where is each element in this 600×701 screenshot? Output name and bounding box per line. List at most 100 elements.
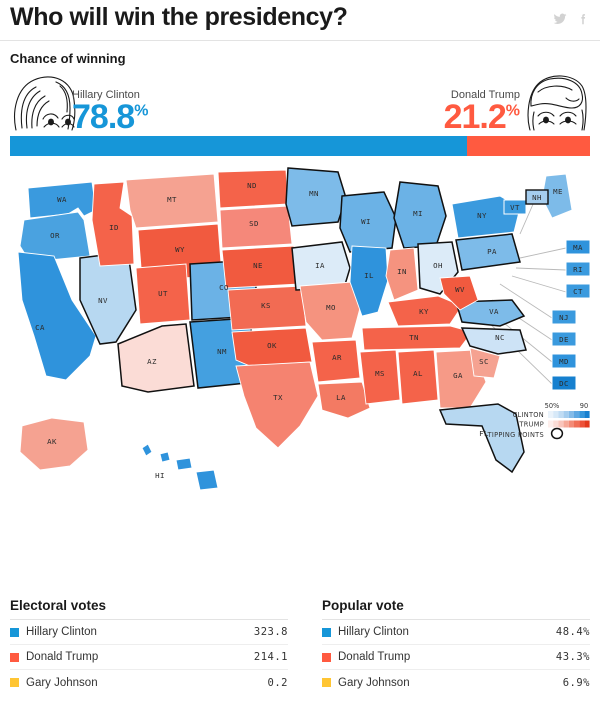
- map-state-label-ga: GA: [453, 371, 463, 380]
- electoral-swatch-1: [10, 652, 19, 662]
- map-state-label-va: VA: [489, 307, 499, 316]
- legend-clinton-swatch-4: [568, 410, 574, 418]
- clinton-win-probability-value: 78.8: [72, 97, 135, 136]
- map-state-label-la: LA: [336, 393, 346, 402]
- win-probability-bar-trump: [467, 135, 590, 156]
- legend-trump-swatch-3: [563, 420, 569, 427]
- map-state-box-label-md: MD: [559, 356, 569, 365]
- table-row: Hillary Clinton 48.4%: [322, 620, 590, 645]
- popular-vote-title: Popular vote: [322, 598, 404, 613]
- popular-vote-table: Popular vote Hillary Clinton 48.4% Donald …: [300, 598, 590, 695]
- map-state-label-ak: AK: [47, 437, 57, 446]
- electoral-votes-table: Electoral votes Hillary Clinton 323.8 Dona…: [10, 598, 300, 695]
- map-state-label-mo: MO: [326, 303, 336, 312]
- legend-tipping-label: TIPPING POINTS: [487, 431, 544, 439]
- legend-trump-swatch-4: [568, 420, 574, 427]
- map-state-label-ks: KS: [261, 301, 271, 310]
- map-state-label-tn: TN: [409, 333, 419, 342]
- chance-of-winning-section: Chance of winning Hillary Clinton 78.8% …: [0, 41, 600, 156]
- results-tables: Electoral votes Hillary Clinton 323.8 Dona…: [0, 598, 600, 701]
- hillary-clinton-portrait-icon: [10, 72, 78, 134]
- win-probability-bar-clinton: [10, 135, 468, 156]
- map-state-label-wy: WY: [175, 245, 185, 254]
- map-state-label-sc: SC: [479, 357, 489, 366]
- map-state-label-ca: CA: [35, 323, 45, 332]
- map-state-label-id: ID: [109, 223, 119, 232]
- trump-win-probability-value: 21.2: [443, 97, 507, 136]
- popular-candidate-name: Gary Johnson: [338, 676, 410, 689]
- legend-trump-swatch-7: [584, 420, 590, 427]
- twitter-icon[interactable]: [553, 12, 567, 26]
- electoral-value: 323.8: [253, 626, 288, 638]
- map-state-label-pa: PA: [487, 247, 497, 256]
- map-state-box-label-dc: DC: [559, 378, 569, 387]
- electoral-votes-title: Electoral votes: [10, 598, 107, 613]
- map-state-label-ms: MS: [375, 369, 385, 378]
- legend-tipping-point-marker: [550, 427, 564, 439]
- map-state-label-me: ME: [553, 187, 563, 196]
- map-state-label-nd: ND: [247, 181, 257, 190]
- map-state-label-ne: NE: [253, 261, 263, 270]
- map-state-label-tx: TX: [273, 393, 283, 402]
- popular-value: 43.3%: [555, 651, 590, 663]
- popular-value: 6.9%: [562, 676, 590, 689]
- map-state-tx[interactable]: [235, 361, 319, 449]
- map-state-hi[interactable]: [141, 442, 219, 490]
- clinton-win-probability: 78.8%: [72, 100, 148, 134]
- map-state-label-az: AZ: [147, 357, 157, 366]
- map-state-label-in: IN: [397, 267, 407, 276]
- map-state-label-hi: HI: [155, 471, 165, 480]
- map-state-label-mt: MT: [167, 195, 177, 204]
- map-state-label-or: OR: [50, 231, 60, 240]
- legend-clinton-swatch-5: [574, 410, 580, 418]
- electoral-candidate-name: Donald Trump: [26, 651, 99, 663]
- odds-row: Hillary Clinton 78.8% Donald Trump 21.2%: [10, 72, 590, 134]
- table-row: Hillary Clinton 323.8: [10, 620, 288, 645]
- map-state-label-nv: NV: [98, 296, 108, 305]
- map-state-label-wi: WI: [361, 217, 371, 226]
- map-state-box-label-de: DE: [559, 334, 569, 343]
- electoral-map: WA OR CA NV ID MT WY UT AZ NM CO ND SD NE KS OK TX MN IA MO…: [0, 160, 600, 550]
- map-state-label-ky: KY: [419, 307, 429, 316]
- legend-clinton-swatch-0: [548, 410, 554, 418]
- legend-trump-swatch-5: [574, 420, 580, 427]
- popular-swatch-1: [322, 652, 331, 662]
- facebook-icon[interactable]: [576, 12, 590, 26]
- page-header: Who will win the presidency?: [0, 0, 600, 41]
- popular-value: 48.4%: [555, 626, 590, 638]
- legend-scale-low: 50%: [545, 402, 560, 410]
- popular-swatch-2: [322, 678, 331, 687]
- map-state-label-al: AL: [413, 369, 423, 378]
- map-state-label-wa: WA: [57, 195, 67, 204]
- map-state-label-wv: WV: [455, 285, 465, 294]
- map-state-box-label-ri: RI: [573, 264, 583, 273]
- chance-of-winning-label: Chance of winning: [10, 50, 126, 66]
- clinton-odds: Hillary Clinton 78.8%: [72, 89, 148, 133]
- map-state-box-label-ct: CT: [573, 286, 583, 295]
- trump-odds: Donald Trump 21.2%: [444, 89, 520, 133]
- social-share-group: [553, 4, 590, 26]
- table-row: Donald Trump 43.3%: [322, 645, 590, 670]
- clinton-percent-symbol: %: [134, 102, 149, 120]
- legend-trump-swatch-0: [548, 420, 554, 427]
- map-state-box-label-vt: VT: [510, 202, 520, 211]
- map-state-label-nc: NC: [495, 333, 505, 342]
- map-state-label-co: CO: [219, 283, 229, 292]
- legend-clinton-swatch-2: [558, 410, 564, 418]
- map-state-label-il: IL: [364, 271, 374, 280]
- electoral-swatch-2: [10, 678, 19, 687]
- table-row: Gary Johnson 6.9%: [322, 670, 590, 695]
- legend-clinton-swatch-1: [553, 410, 559, 418]
- popular-candidate-name: Donald Trump: [338, 651, 411, 663]
- trump-win-probability: 21.2%: [444, 100, 520, 134]
- map-state-label-oh: OH: [433, 261, 443, 270]
- electoral-candidate-name: Hillary Clinton: [26, 626, 97, 638]
- map-state-label-ny: NY: [477, 211, 487, 220]
- legend-clinton-swatch-6: [579, 410, 585, 418]
- map-state-label-ia: IA: [315, 261, 325, 270]
- page-title: Who will win the presidency?: [10, 3, 348, 31]
- legend-trump-swatch-6: [579, 420, 585, 427]
- map-state-label-mn: MN: [309, 189, 319, 198]
- electoral-value: 0.2: [267, 676, 288, 689]
- map-state-label-ar: AR: [332, 353, 342, 362]
